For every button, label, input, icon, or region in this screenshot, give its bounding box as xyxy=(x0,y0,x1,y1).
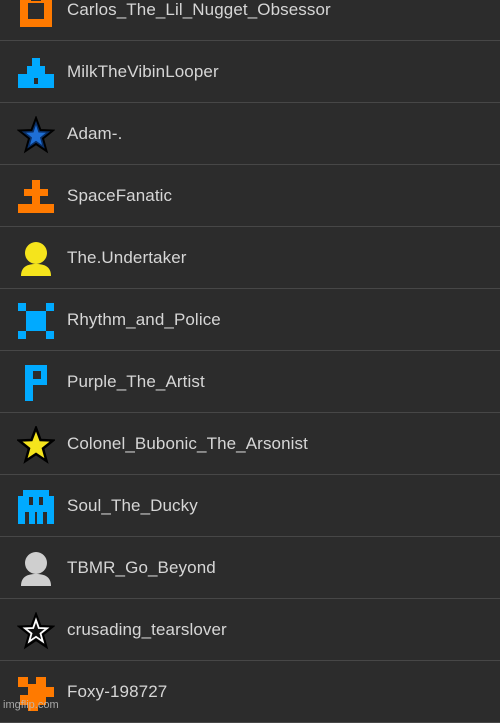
list-item[interactable]: Rhythm_and_Police xyxy=(0,289,500,351)
cyan-p-icon xyxy=(17,364,55,402)
gray-person-icon xyxy=(17,550,55,588)
user-list: Carlos_The_Lil_Nugget_Obsessor MilkTheVi… xyxy=(0,0,500,723)
white-star-icon xyxy=(17,612,55,650)
list-item[interactable]: Soul_The_Ducky xyxy=(0,475,500,537)
list-item[interactable]: SpaceFanatic xyxy=(0,165,500,227)
username: MilkTheVibinLooper xyxy=(67,62,219,81)
cyan-robot-icon xyxy=(17,302,55,340)
list-item[interactable]: crusading_tearslover xyxy=(0,599,500,661)
username: Adam-. xyxy=(67,124,123,143)
list-item[interactable]: Purple_The_Artist xyxy=(0,351,500,413)
yellow-person-icon xyxy=(17,240,55,278)
username: crusading_tearslover xyxy=(67,620,227,639)
orange-cube-icon xyxy=(17,0,55,30)
username: Soul_The_Ducky xyxy=(67,496,198,515)
watermark: imgflip.com xyxy=(3,699,59,711)
cyan-invader-icon xyxy=(17,488,55,526)
list-item[interactable]: Adam-. xyxy=(0,103,500,165)
yellow-star-icon xyxy=(17,426,55,464)
list-item[interactable]: MilkTheVibinLooper xyxy=(0,41,500,103)
username: The.Undertaker xyxy=(67,248,187,267)
cyan-ship-icon xyxy=(17,54,55,92)
username: Purple_The_Artist xyxy=(67,372,205,391)
list-item[interactable]: Foxy-198727 xyxy=(0,661,500,723)
list-item[interactable]: TBMR_Go_Beyond xyxy=(0,537,500,599)
list-item[interactable]: Colonel_Bubonic_The_Arsonist xyxy=(0,413,500,475)
username: Rhythm_and_Police xyxy=(67,310,221,329)
list-item[interactable]: The.Undertaker xyxy=(0,227,500,289)
list-item[interactable]: Carlos_The_Lil_Nugget_Obsessor xyxy=(0,0,500,41)
username: TBMR_Go_Beyond xyxy=(67,558,216,577)
blue-star-icon xyxy=(17,116,55,154)
username: SpaceFanatic xyxy=(67,186,173,205)
username: Carlos_The_Lil_Nugget_Obsessor xyxy=(67,0,331,19)
username: Colonel_Bubonic_The_Arsonist xyxy=(67,434,308,453)
username: Foxy-198727 xyxy=(67,682,168,701)
orange-cross-icon xyxy=(17,178,55,216)
